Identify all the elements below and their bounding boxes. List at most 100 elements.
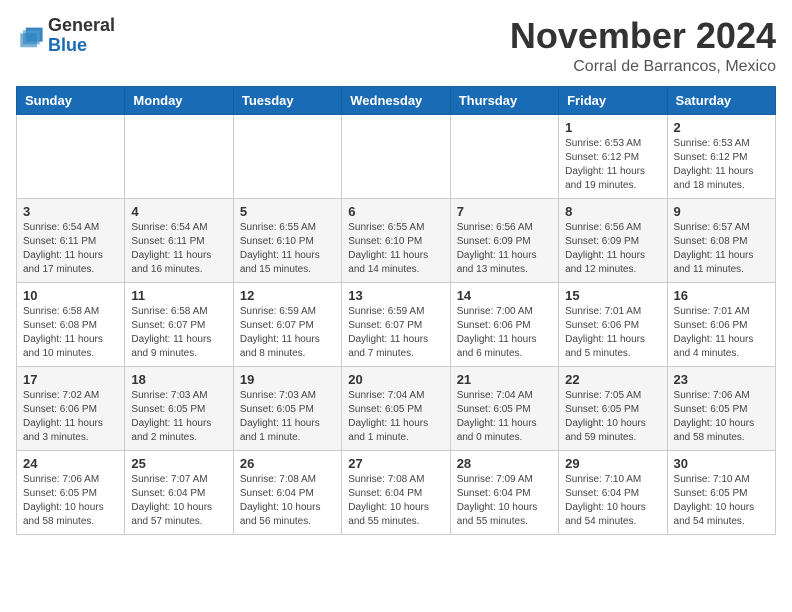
day-number: 26 [240,456,335,471]
calendar-cell: 5 Sunrise: 6:55 AM Sunset: 6:10 PM Daylig… [233,198,341,282]
day-number: 29 [565,456,660,471]
day-number: 8 [565,204,660,219]
logo-icon [16,22,44,50]
day-info: Sunrise: 7:06 AM Sunset: 6:05 PM Dayligh… [23,473,118,529]
day-number: 15 [565,288,660,303]
title-block: November 2024 Corral de Barrancos, Mexic… [510,16,776,76]
weekday-header-row: SundayMondayTuesdayWednesdayThursdayFrid… [17,86,776,114]
calendar-cell [342,114,450,198]
day-info: Sunrise: 6:58 AM Sunset: 6:08 PM Dayligh… [23,305,118,361]
day-number: 23 [674,372,769,387]
day-info: Sunrise: 6:54 AM Sunset: 6:11 PM Dayligh… [23,221,118,277]
day-number: 22 [565,372,660,387]
day-info: Sunrise: 7:04 AM Sunset: 6:05 PM Dayligh… [348,389,443,445]
day-info: Sunrise: 7:03 AM Sunset: 6:05 PM Dayligh… [131,389,226,445]
day-number: 12 [240,288,335,303]
day-info: Sunrise: 6:58 AM Sunset: 6:07 PM Dayligh… [131,305,226,361]
calendar-cell: 14Sunrise: 7:00 AM Sunset: 6:06 PM Dayli… [450,282,558,366]
calendar-cell: 25 Sunrise: 7:07 AM Sunset: 6:04 PM Dayli… [125,450,233,534]
weekday-header-sunday: Sunday [17,86,125,114]
day-info: Sunrise: 7:10 AM Sunset: 6:04 PM Dayligh… [565,473,660,529]
day-info: Sunrise: 6:59 AM Sunset: 6:07 PM Dayligh… [240,305,335,361]
calendar-cell [450,114,558,198]
day-info: Sunrise: 6:53 AM Sunset: 6:12 PM Dayligh… [674,137,769,193]
page-header: General Blue November 2024 Corral de Bar… [16,16,776,76]
calendar-cell: 24 Sunrise: 7:06 AM Sunset: 6:05 PM Dayli… [17,450,125,534]
day-info: Sunrise: 7:02 AM Sunset: 6:06 PM Dayligh… [23,389,118,445]
day-info: Sunrise: 7:06 AM Sunset: 6:05 PM Dayligh… [674,389,769,445]
calendar-cell: 2 Sunrise: 6:53 AM Sunset: 6:12 PM Daylig… [667,114,775,198]
day-info: Sunrise: 7:01 AM Sunset: 6:06 PM Dayligh… [565,305,660,361]
day-number: 17 [23,372,118,387]
day-info: Sunrise: 7:09 AM Sunset: 6:04 PM Dayligh… [457,473,552,529]
day-info: Sunrise: 7:05 AM Sunset: 6:05 PM Dayligh… [565,389,660,445]
day-info: Sunrise: 7:03 AM Sunset: 6:05 PM Dayligh… [240,389,335,445]
day-number: 2 [674,120,769,135]
day-number: 6 [348,204,443,219]
day-info: Sunrise: 6:56 AM Sunset: 6:09 PM Dayligh… [565,221,660,277]
calendar-cell: 4Sunrise: 6:54 AM Sunset: 6:11 PM Daylig… [125,198,233,282]
day-info: Sunrise: 6:55 AM Sunset: 6:10 PM Dayligh… [240,221,335,277]
day-number: 30 [674,456,769,471]
day-info: Sunrise: 7:04 AM Sunset: 6:05 PM Dayligh… [457,389,552,445]
calendar-cell: 6Sunrise: 6:55 AM Sunset: 6:10 PM Daylig… [342,198,450,282]
day-info: Sunrise: 6:56 AM Sunset: 6:09 PM Dayligh… [457,221,552,277]
calendar-week-4: 17 Sunrise: 7:02 AM Sunset: 6:06 PM Dayli… [17,366,776,450]
day-number: 13 [348,288,443,303]
calendar-cell: 15 Sunrise: 7:01 AM Sunset: 6:06 PM Dayli… [559,282,667,366]
day-number: 11 [131,288,226,303]
calendar-cell: 9 Sunrise: 6:57 AM Sunset: 6:08 PM Daylig… [667,198,775,282]
calendar-cell [17,114,125,198]
calendar-week-1: 1Sunrise: 6:53 AM Sunset: 6:12 PM Daylig… [17,114,776,198]
day-info: Sunrise: 6:54 AM Sunset: 6:11 PM Dayligh… [131,221,226,277]
calendar-cell [233,114,341,198]
day-number: 20 [348,372,443,387]
day-number: 18 [131,372,226,387]
day-info: Sunrise: 7:00 AM Sunset: 6:06 PM Dayligh… [457,305,552,361]
day-number: 3 [23,204,118,219]
calendar-cell: 16Sunrise: 7:01 AM Sunset: 6:06 PM Dayli… [667,282,775,366]
calendar-cell: 17 Sunrise: 7:02 AM Sunset: 6:06 PM Dayli… [17,366,125,450]
day-info: Sunrise: 7:08 AM Sunset: 6:04 PM Dayligh… [348,473,443,529]
weekday-header-thursday: Thursday [450,86,558,114]
calendar-week-2: 3 Sunrise: 6:54 AM Sunset: 6:11 PM Daylig… [17,198,776,282]
calendar-cell: 12 Sunrise: 6:59 AM Sunset: 6:07 PM Dayli… [233,282,341,366]
calendar-cell: 1Sunrise: 6:53 AM Sunset: 6:12 PM Daylig… [559,114,667,198]
calendar-cell: 7Sunrise: 6:56 AM Sunset: 6:09 PM Daylig… [450,198,558,282]
day-number: 24 [23,456,118,471]
weekday-header-tuesday: Tuesday [233,86,341,114]
calendar-cell: 30Sunrise: 7:10 AM Sunset: 6:05 PM Dayli… [667,450,775,534]
calendar-cell: 8 Sunrise: 6:56 AM Sunset: 6:09 PM Daylig… [559,198,667,282]
day-number: 10 [23,288,118,303]
calendar-week-3: 10 Sunrise: 6:58 AM Sunset: 6:08 PM Dayli… [17,282,776,366]
calendar-week-5: 24 Sunrise: 7:06 AM Sunset: 6:05 PM Dayli… [17,450,776,534]
day-number: 9 [674,204,769,219]
weekday-header-wednesday: Wednesday [342,86,450,114]
calendar-cell: 21 Sunrise: 7:04 AM Sunset: 6:05 PM Dayli… [450,366,558,450]
calendar-cell: 28Sunrise: 7:09 AM Sunset: 6:04 PM Dayli… [450,450,558,534]
day-number: 19 [240,372,335,387]
day-info: Sunrise: 6:53 AM Sunset: 6:12 PM Dayligh… [565,137,660,193]
calendar-cell: 27Sunrise: 7:08 AM Sunset: 6:04 PM Dayli… [342,450,450,534]
calendar-cell: 3 Sunrise: 6:54 AM Sunset: 6:11 PM Daylig… [17,198,125,282]
calendar-cell: 26 Sunrise: 7:08 AM Sunset: 6:04 PM Dayli… [233,450,341,534]
calendar-cell: 23 Sunrise: 7:06 AM Sunset: 6:05 PM Dayli… [667,366,775,450]
weekday-header-saturday: Saturday [667,86,775,114]
calendar-cell: 29 Sunrise: 7:10 AM Sunset: 6:04 PM Dayli… [559,450,667,534]
calendar-cell [125,114,233,198]
day-info: Sunrise: 6:57 AM Sunset: 6:08 PM Dayligh… [674,221,769,277]
day-info: Sunrise: 7:07 AM Sunset: 6:04 PM Dayligh… [131,473,226,529]
calendar-cell: 19 Sunrise: 7:03 AM Sunset: 6:05 PM Dayli… [233,366,341,450]
calendar-cell: 18 Sunrise: 7:03 AM Sunset: 6:05 PM Dayli… [125,366,233,450]
calendar-cell: 11 Sunrise: 6:58 AM Sunset: 6:07 PM Dayli… [125,282,233,366]
day-number: 21 [457,372,552,387]
calendar-cell: 13 Sunrise: 6:59 AM Sunset: 6:07 PM Dayli… [342,282,450,366]
day-number: 5 [240,204,335,219]
day-number: 16 [674,288,769,303]
location: Corral de Barrancos, Mexico [510,58,776,76]
day-number: 25 [131,456,226,471]
day-info: Sunrise: 6:59 AM Sunset: 6:07 PM Dayligh… [348,305,443,361]
calendar-table: SundayMondayTuesdayWednesdayThursdayFrid… [16,86,776,535]
day-info: Sunrise: 7:08 AM Sunset: 6:04 PM Dayligh… [240,473,335,529]
weekday-header-friday: Friday [559,86,667,114]
